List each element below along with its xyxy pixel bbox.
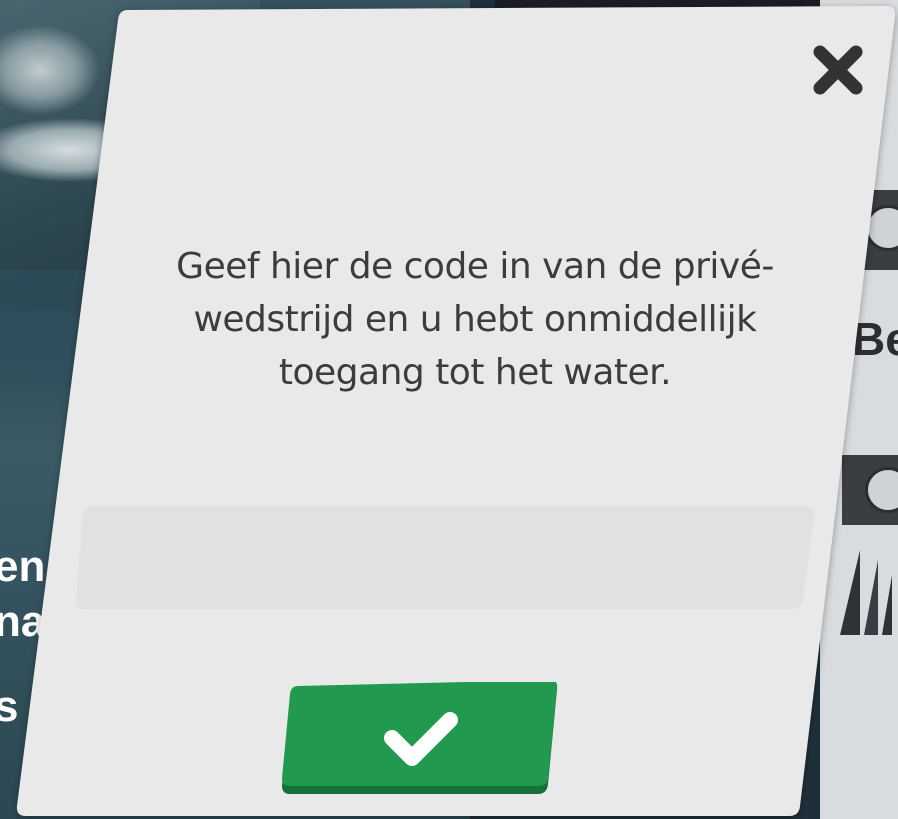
- dialog-message: Geef hier de code in van de privé- wedst…: [176, 246, 774, 393]
- close-icon[interactable]: [808, 40, 868, 100]
- confirm-button[interactable]: [280, 682, 560, 796]
- private-race-code-input[interactable]: [76, 506, 816, 610]
